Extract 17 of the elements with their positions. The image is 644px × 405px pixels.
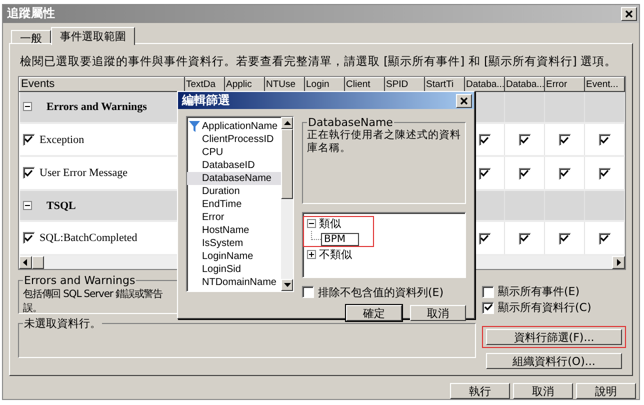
event-category: TSQL — [46, 200, 76, 212]
group-title: Errors and Warnings — [23, 274, 136, 287]
event-description: 誤。 — [23, 302, 42, 315]
option-label: 顯示所有事件(E) — [498, 284, 580, 300]
option-label: 排除不包含值的資料列(E) — [318, 284, 444, 300]
dialog-title: 編輯篩選 — [182, 92, 230, 109]
instructions-text: 檢閱已選取要追蹤的事件與事件資料行。若要查看完整清單，請選取 [顯示所有事件] 和 [顯示所有資料行] 選項。 — [20, 54, 618, 68]
event-description: 包括傳回 SQL Server 錯誤或警告 — [23, 288, 163, 301]
event-name: SQL:BatchCompleted — [40, 232, 138, 244]
column-description: 正在執行使用者之陳述式的資料庫名稱。 — [307, 129, 461, 155]
event-name: Exception — [40, 134, 84, 146]
group-title: DatabaseName — [307, 116, 394, 129]
event-name: User Error Message — [40, 167, 128, 180]
option-label: 顯示所有資料行(C) — [498, 300, 592, 316]
group-title: 未選取資料行。 — [23, 316, 102, 331]
window-title: 追蹤屬性 — [7, 5, 55, 22]
event-category: Errors and Warnings — [46, 100, 147, 113]
